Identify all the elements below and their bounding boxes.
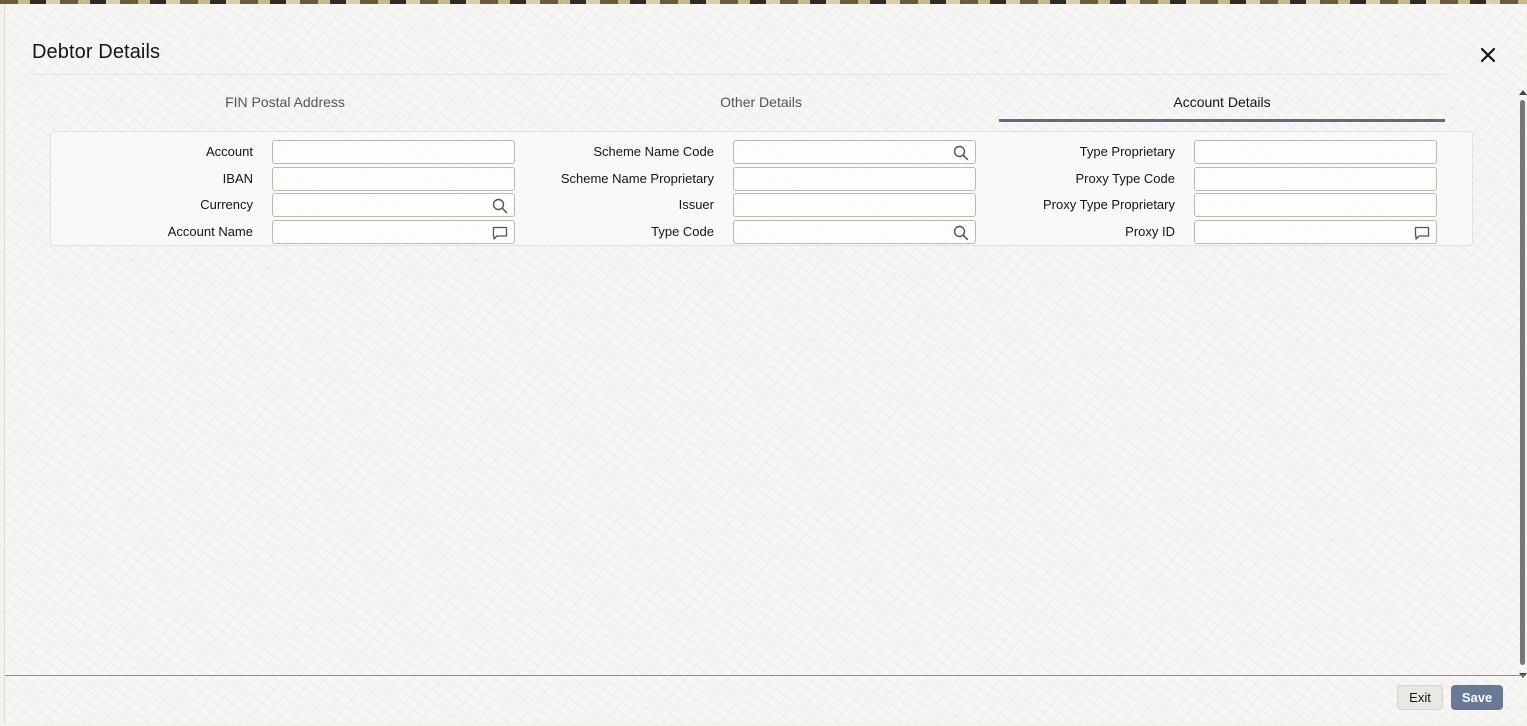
vertical-scrollbar[interactable]	[1519, 90, 1527, 678]
issuer-label: Issuer	[678, 197, 714, 212]
currency-field[interactable]	[272, 193, 515, 217]
account-details-panel: Account IBAN Currency Account Name Schem…	[50, 131, 1473, 246]
scroll-thumb[interactable]	[1520, 100, 1525, 665]
tab-label: Other Details	[720, 94, 802, 110]
scheme-name-proprietary-field[interactable]	[733, 167, 976, 191]
account-name-field[interactable]	[272, 220, 515, 244]
close-icon	[1480, 47, 1496, 63]
proxy-type-code-label: Proxy Type Code	[1075, 171, 1175, 186]
proxy-type-code-field[interactable]	[1194, 167, 1437, 191]
comment-icon[interactable]	[492, 225, 508, 241]
tab-label: Account Details	[1173, 94, 1271, 110]
tab-bar: FIN Postal Address Other Details Account…	[32, 88, 1447, 122]
type-proprietary-input[interactable]	[1195, 141, 1436, 163]
proxy-type-proprietary-label: Proxy Type Proprietary	[1043, 197, 1175, 212]
scheme-name-proprietary-input[interactable]	[734, 168, 975, 190]
proxy-id-label: Proxy ID	[1125, 224, 1175, 239]
proxy-id-input[interactable]	[1195, 221, 1436, 243]
scroll-up-arrow-icon[interactable]	[1519, 90, 1527, 95]
account-name-label: Account Name	[167, 224, 253, 239]
currency-label: Currency	[200, 197, 253, 212]
search-icon[interactable]	[492, 198, 508, 214]
type-proprietary-field[interactable]	[1194, 140, 1437, 164]
debtor-details-dialog: Debtor Details FIN Postal Address Other …	[4, 4, 1527, 722]
account-label: Account	[206, 144, 253, 159]
proxy-id-field[interactable]	[1194, 220, 1437, 244]
issuer-field[interactable]	[733, 193, 976, 217]
footer-divider	[5, 675, 1526, 676]
account-name-input[interactable]	[273, 221, 514, 243]
issuer-input[interactable]	[734, 194, 975, 216]
close-button[interactable]	[1477, 44, 1499, 66]
type-code-label: Type Code	[651, 224, 714, 239]
exit-button[interactable]: Exit	[1397, 685, 1443, 710]
type-code-input[interactable]	[734, 221, 975, 243]
currency-input[interactable]	[273, 194, 514, 216]
tab-account-details[interactable]: Account Details	[999, 88, 1445, 122]
save-button[interactable]: Save	[1451, 685, 1503, 710]
comment-icon[interactable]	[1414, 225, 1430, 241]
dialog-title: Debtor Details	[32, 41, 161, 63]
iban-input[interactable]	[273, 168, 514, 190]
iban-field[interactable]	[272, 167, 515, 191]
tab-label: FIN Postal Address	[225, 94, 345, 110]
search-icon[interactable]	[953, 225, 969, 241]
account-field[interactable]	[272, 140, 515, 164]
proxy-type-proprietary-field[interactable]	[1194, 193, 1437, 217]
scheme-name-proprietary-label: Scheme Name Proprietary	[560, 171, 714, 186]
scheme-name-code-label: Scheme Name Code	[593, 144, 714, 159]
tab-other-details[interactable]: Other Details	[538, 88, 984, 119]
header-divider	[32, 74, 1447, 75]
account-input[interactable]	[273, 141, 514, 163]
search-icon[interactable]	[953, 145, 969, 161]
tab-fin-postal-address[interactable]: FIN Postal Address	[32, 88, 538, 119]
proxy-type-proprietary-input[interactable]	[1195, 194, 1436, 216]
proxy-type-code-input[interactable]	[1195, 168, 1436, 190]
type-code-field[interactable]	[733, 220, 976, 244]
type-proprietary-label: Type Proprietary	[1079, 144, 1175, 159]
iban-label: IBAN	[222, 171, 253, 186]
scheme-name-code-field[interactable]	[733, 140, 976, 164]
scheme-name-code-input[interactable]	[734, 141, 975, 163]
